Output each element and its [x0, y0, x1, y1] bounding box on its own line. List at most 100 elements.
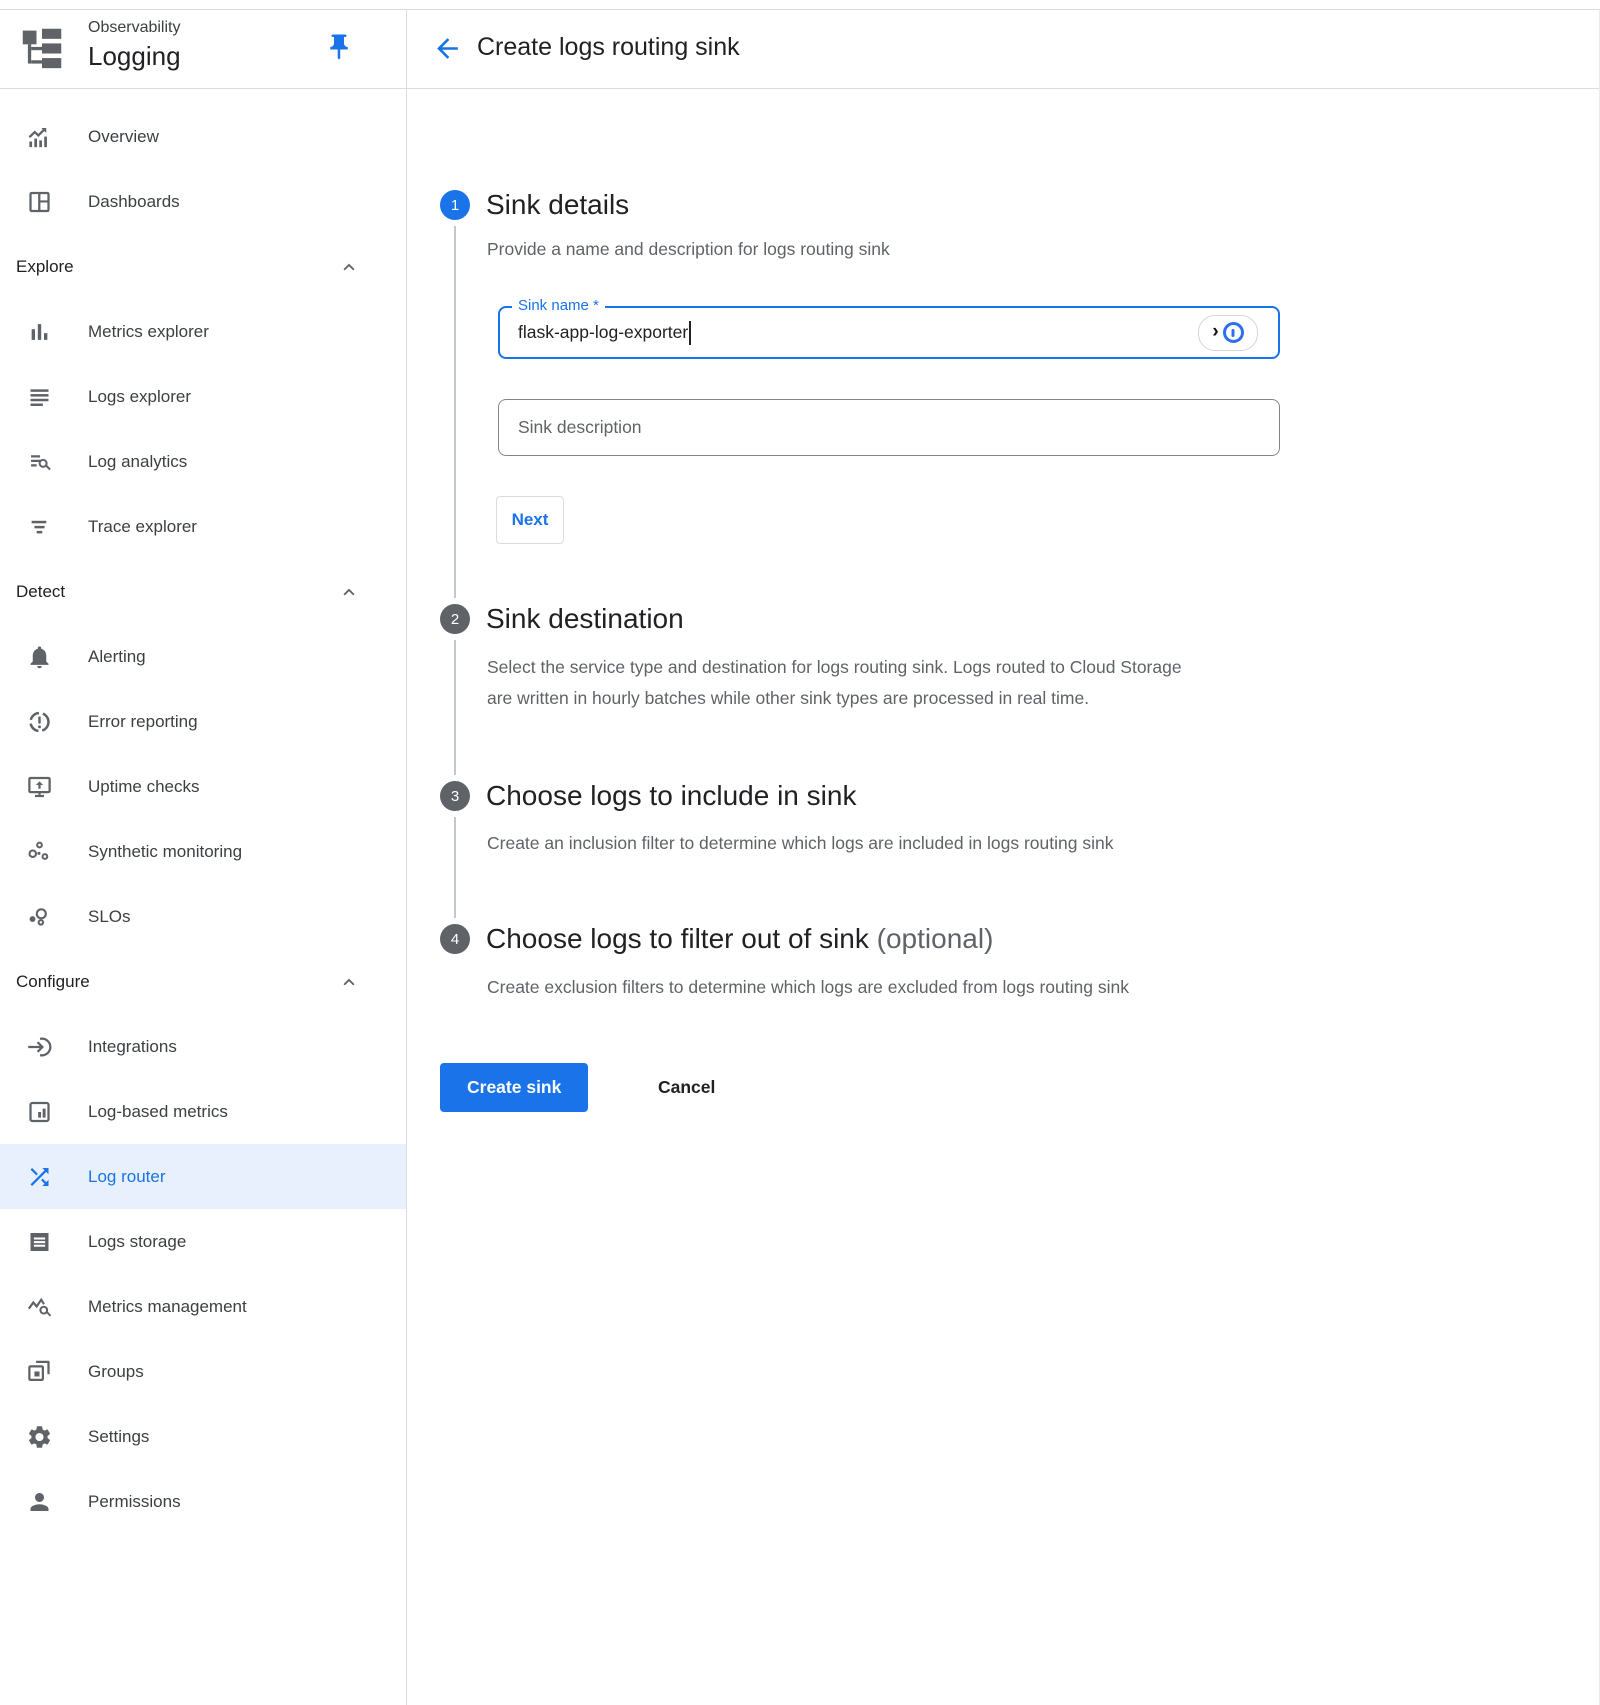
sidebar-item-label: Metrics explorer — [88, 322, 209, 342]
sink-name-field[interactable]: Sink name * flask-app-log-exporter › — [498, 306, 1280, 359]
sidebar: Observability Logging Overview Dashboards… — [0, 10, 407, 1705]
sidebar-item-label: Uptime checks — [88, 777, 199, 797]
sidebar-header: Observability Logging — [0, 10, 406, 89]
sink-description-placeholder: Sink description — [518, 417, 642, 438]
password-manager-1password-icon[interactable]: › — [1198, 315, 1258, 351]
sidebar-item-label: Logs explorer — [88, 387, 191, 407]
step-3-subtitle: Create an inclusion filter to determine … — [487, 828, 1187, 859]
synthetic-monitoring-icon — [26, 838, 53, 865]
text-cursor — [689, 321, 691, 345]
metrics-management-icon — [26, 1293, 53, 1320]
sink-name-label: Sink name * — [512, 297, 605, 314]
sidebar-nav: Overview Dashboards Explore Metrics explore… — [0, 89, 406, 1534]
groups-icon — [26, 1358, 53, 1385]
pin-icon[interactable] — [324, 32, 354, 62]
sidebar-item-dashboards[interactable]: Dashboards — [0, 169, 406, 234]
cancel-button[interactable]: Cancel — [652, 1063, 721, 1112]
step-1-badge: 1 — [440, 190, 470, 220]
topbar: Create logs routing sink — [407, 10, 1599, 89]
step-3-title: Choose logs to include in sink — [486, 779, 856, 813]
chevron-up-icon[interactable] — [338, 971, 360, 993]
content: 1 Sink details Provide a name and descri… — [407, 89, 1599, 1705]
step-connector — [454, 226, 456, 598]
settings-icon — [26, 1423, 53, 1450]
sidebar-item-integrations[interactable]: Integrations — [0, 1014, 406, 1079]
step-4-badge: 4 — [440, 924, 470, 954]
step-4-subtitle: Create exclusion filters to determine wh… — [487, 972, 1187, 1003]
sidebar-item-error-reporting[interactable]: Error reporting — [0, 689, 406, 754]
step-2-badge: 2 — [440, 604, 470, 634]
sidebar-item-label: Log-based metrics — [88, 1102, 228, 1122]
step-connector — [454, 817, 456, 918]
app-titles: Observability Logging — [88, 17, 181, 73]
alerting-icon — [26, 643, 53, 670]
sidebar-item-synthetic-monitoring[interactable]: Synthetic monitoring — [0, 819, 406, 884]
integrations-icon — [26, 1033, 53, 1060]
app-kicker: Observability — [88, 17, 181, 39]
sidebar-item-alerting[interactable]: Alerting — [0, 624, 406, 689]
sidebar-item-label: Log router — [88, 1167, 166, 1187]
1password-ring-icon — [1223, 322, 1244, 343]
sidebar-item-metrics-explorer[interactable]: Metrics explorer — [0, 299, 406, 364]
sidebar-item-label: Integrations — [88, 1037, 177, 1057]
slos-icon — [26, 903, 53, 930]
step-4-title-optional: (optional) — [877, 923, 994, 954]
sidebar-item-label: Settings — [88, 1427, 149, 1447]
sidebar-item-log-analytics[interactable]: Log analytics — [0, 429, 406, 494]
sidebar-item-log-router[interactable]: Log router — [0, 1144, 406, 1209]
sidebar-item-slos[interactable]: SLOs — [0, 884, 406, 949]
sidebar-section-configure: Configure — [0, 949, 406, 1014]
next-button[interactable]: Next — [496, 496, 564, 544]
page-title: Create logs routing sink — [477, 33, 740, 62]
sink-name-value: flask-app-log-exporter — [518, 322, 688, 343]
overview-icon — [26, 123, 53, 150]
step-1-subtitle: Provide a name and description for logs … — [487, 234, 1247, 265]
section-label: Detect — [16, 582, 65, 602]
log-based-metrics-icon — [26, 1098, 53, 1125]
back-arrow-icon[interactable] — [432, 33, 463, 64]
metrics-explorer-icon — [26, 318, 53, 345]
sink-description-field[interactable]: Sink description — [498, 399, 1280, 456]
step-connector — [454, 640, 456, 775]
error-reporting-icon — [26, 708, 53, 735]
sidebar-item-label: Metrics management — [88, 1297, 247, 1317]
sidebar-item-logs-storage[interactable]: Logs storage — [0, 1209, 406, 1274]
sidebar-item-label: SLOs — [88, 907, 131, 927]
log-router-icon — [26, 1163, 53, 1190]
chevron-right-icon: › — [1212, 322, 1218, 341]
step-2-title: Sink destination — [486, 602, 684, 636]
step-1-title: Sink details — [486, 188, 629, 222]
step-4-title: Choose logs to filter out of sink (optio… — [486, 922, 993, 956]
sidebar-item-uptime-checks[interactable]: Uptime checks — [0, 754, 406, 819]
log-analytics-icon — [26, 448, 53, 475]
logs-explorer-icon — [26, 383, 53, 410]
step-3-badge: 3 — [440, 781, 470, 811]
sidebar-item-label: Alerting — [88, 647, 146, 667]
sidebar-item-settings[interactable]: Settings — [0, 1404, 406, 1469]
uptime-checks-icon — [26, 773, 53, 800]
permissions-icon — [26, 1488, 53, 1515]
trace-explorer-icon — [26, 513, 53, 540]
sidebar-item-overview[interactable]: Overview — [0, 104, 406, 169]
sidebar-item-label: Dashboards — [88, 192, 180, 212]
sidebar-item-permissions[interactable]: Permissions — [0, 1469, 406, 1534]
app-name: Logging — [88, 39, 181, 73]
sidebar-item-logs-explorer[interactable]: Logs explorer — [0, 364, 406, 429]
sidebar-item-label: Error reporting — [88, 712, 198, 732]
sidebar-item-metrics-management[interactable]: Metrics management — [0, 1274, 406, 1339]
sidebar-item-trace-explorer[interactable]: Trace explorer — [0, 494, 406, 559]
sidebar-item-label: Logs storage — [88, 1232, 186, 1252]
sidebar-item-label: Log analytics — [88, 452, 187, 472]
sidebar-item-label: Groups — [88, 1362, 144, 1382]
sidebar-item-groups[interactable]: Groups — [0, 1339, 406, 1404]
page: Observability Logging Overview Dashboards… — [0, 10, 1600, 1705]
sidebar-item-label: Permissions — [88, 1492, 181, 1512]
section-label: Configure — [16, 972, 90, 992]
create-sink-button[interactable]: Create sink — [440, 1063, 588, 1112]
section-label: Explore — [16, 257, 74, 277]
chevron-up-icon[interactable] — [338, 581, 360, 603]
sidebar-section-explore: Explore — [0, 234, 406, 299]
main: Create logs routing sink 1 Sink details … — [407, 10, 1599, 1705]
chevron-up-icon[interactable] — [338, 256, 360, 278]
sidebar-item-log-based-metrics[interactable]: Log-based metrics — [0, 1079, 406, 1144]
